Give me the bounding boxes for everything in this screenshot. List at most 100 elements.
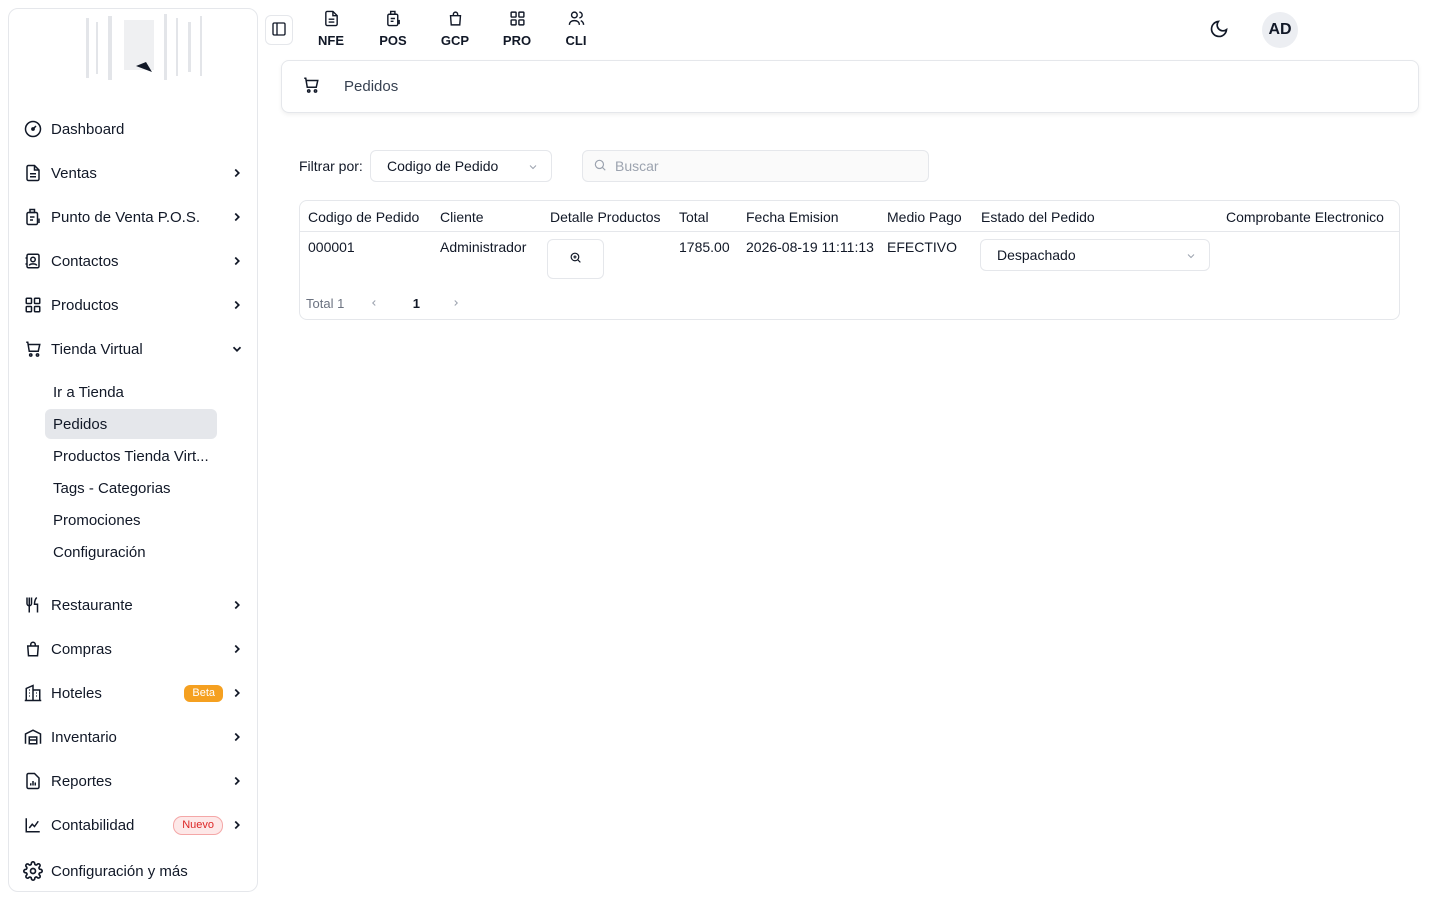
- sidebar-item-inventario[interactable]: Inventario: [23, 719, 245, 755]
- search-box: [582, 150, 929, 182]
- sidebar-item-dashboard[interactable]: Dashboard: [23, 111, 245, 147]
- sidebar-item-label: Punto de Venta P.O.S.: [51, 208, 201, 226]
- dashboard-gauge-icon: [23, 119, 43, 139]
- search-input[interactable]: [615, 158, 915, 174]
- sidebar-item-label: Restaurante: [51, 596, 133, 614]
- grid-icon: [509, 10, 526, 30]
- sidebar-item-hoteles[interactable]: Hoteles Beta: [23, 675, 245, 711]
- chevron-right-icon: [229, 253, 245, 269]
- panel-left-icon: [271, 21, 287, 40]
- topnav-pro[interactable]: PRO: [486, 10, 548, 52]
- topnav-label: CLI: [565, 33, 587, 48]
- utensils-icon: [23, 595, 43, 615]
- cell-codigo: 000001: [308, 239, 355, 255]
- column-header[interactable]: Fecha Emision: [746, 209, 839, 225]
- sidebar-toggle-button[interactable]: [265, 15, 293, 45]
- page-title: Pedidos: [344, 78, 399, 95]
- document-icon: [23, 163, 43, 183]
- chevron-right-icon: [229, 729, 245, 745]
- document-icon: [323, 10, 340, 30]
- cell-medio-pago: EFECTIVO: [887, 239, 958, 255]
- chevron-right-icon: [229, 165, 245, 181]
- column-header[interactable]: Comprobante Electronico: [1226, 209, 1384, 225]
- sidebar-item-reportes[interactable]: Reportes: [23, 763, 245, 799]
- sidebar-item-label: Inventario: [51, 728, 117, 746]
- sidebar-item-productos[interactable]: Productos: [23, 287, 245, 323]
- subnav-item-tags-categorias[interactable]: Tags - Categorias: [45, 473, 217, 503]
- topnav-label: PRO: [502, 33, 532, 48]
- pagination: Total 1 1: [306, 296, 466, 311]
- subnav-item-productos-tienda-virtual[interactable]: Productos Tienda Virt...: [45, 441, 217, 471]
- sidebar-item-label: Contabilidad: [51, 816, 135, 834]
- column-header[interactable]: Detalle Productos: [550, 209, 661, 225]
- sidebar-item-label: Configuración y más: [51, 862, 188, 880]
- cart-icon: [23, 339, 43, 359]
- chevron-right-icon: [229, 817, 245, 833]
- company-logo[interactable]: [71, 9, 221, 91]
- topnav-cli[interactable]: CLI: [548, 10, 604, 52]
- sidebar-item-configuracion-y-mas[interactable]: Configuración y más: [23, 853, 245, 889]
- sidebar-item-label: Tienda Virtual: [51, 340, 143, 358]
- column-header[interactable]: Codigo de Pedido: [308, 209, 419, 225]
- column-header[interactable]: Medio Pago: [887, 209, 962, 225]
- topnav-pos[interactable]: POS: [362, 10, 424, 52]
- subnav-item-ir-a-tienda[interactable]: Ir a Tienda: [45, 377, 217, 407]
- sidebar-item-label: Dashboard: [51, 120, 125, 138]
- sidebar-item-label: Compras: [51, 640, 112, 658]
- table-header: Codigo de Pedido Cliente Detalle Product…: [300, 201, 1399, 232]
- subnav-item-label: Promociones: [53, 511, 141, 529]
- filter-select[interactable]: Codigo de Pedido: [370, 150, 552, 182]
- top-nav: NFE POS GCP PRO CLI: [300, 10, 604, 52]
- sidebar-item-restaurante[interactable]: Restaurante: [23, 587, 245, 623]
- subnav-item-label: Pedidos: [53, 415, 108, 433]
- topnav-nfe[interactable]: NFE: [300, 10, 362, 52]
- chevron-right-icon: [229, 209, 245, 225]
- report-icon: [23, 771, 43, 791]
- filter-label: Filtrar por:: [299, 158, 363, 174]
- column-header[interactable]: Cliente: [440, 209, 484, 225]
- sidebar-item-label: Reportes: [51, 772, 112, 790]
- cell-cliente: Administrador: [440, 239, 527, 255]
- sidebar-item-label: Hoteles: [51, 684, 102, 702]
- order-status-select[interactable]: Despachado: [980, 239, 1210, 271]
- prev-page-button[interactable]: [364, 296, 384, 311]
- theme-toggle-button[interactable]: [1207, 18, 1231, 42]
- subnav-item-label: Productos Tienda Virt...: [53, 447, 209, 465]
- sidebar: Dashboard Ventas Punto de Venta P.O.S. C…: [8, 8, 258, 892]
- topnav-label: POS: [379, 33, 407, 48]
- page-header: Pedidos: [281, 60, 1419, 113]
- column-header[interactable]: Total: [679, 209, 709, 225]
- filter-select-value: Codigo de Pedido: [387, 158, 499, 174]
- view-details-button[interactable]: [547, 239, 604, 279]
- topnav-gcp[interactable]: GCP: [424, 10, 486, 52]
- pos-receipt-icon: [385, 10, 402, 30]
- nuevo-badge: Nuevo: [173, 815, 223, 835]
- grid-icon: [23, 295, 43, 315]
- user-avatar[interactable]: AD: [1262, 12, 1298, 48]
- pos-receipt-icon: [23, 207, 43, 227]
- sidebar-item-contactos[interactable]: Contactos: [23, 243, 245, 279]
- next-page-button[interactable]: [446, 296, 466, 311]
- subnav-item-pedidos[interactable]: Pedidos: [45, 409, 217, 439]
- sidebar-item-punto-de-venta[interactable]: Punto de Venta P.O.S.: [23, 199, 245, 235]
- chevron-right-icon: [229, 597, 245, 613]
- beta-badge: Beta: [184, 684, 223, 702]
- cart-icon: [302, 76, 320, 97]
- chevron-right-icon: [229, 641, 245, 657]
- topnav-label: GCP: [440, 33, 470, 48]
- column-header[interactable]: Estado del Pedido: [981, 209, 1095, 225]
- chevron-right-icon: [229, 773, 245, 789]
- sidebar-item-ventas[interactable]: Ventas: [23, 155, 245, 191]
- page-number[interactable]: 1: [406, 296, 426, 311]
- sidebar-item-tienda-virtual[interactable]: Tienda Virtual: [23, 331, 245, 367]
- sidebar-item-contabilidad[interactable]: Contabilidad Nuevo: [23, 807, 245, 843]
- cell-fecha: 2026-08-19 11:11:13: [746, 239, 874, 255]
- cell-total: 1785.00: [679, 239, 730, 255]
- shopping-bag-icon: [23, 639, 43, 659]
- moon-icon: [1209, 19, 1229, 42]
- chevron-right-icon: [229, 685, 245, 701]
- sidebar-item-compras[interactable]: Compras: [23, 631, 245, 667]
- subnav-item-promociones[interactable]: Promociones: [45, 505, 217, 535]
- subnav-item-label: Tags - Categorias: [53, 479, 171, 497]
- subnav-item-configuracion[interactable]: Configuración: [45, 537, 217, 567]
